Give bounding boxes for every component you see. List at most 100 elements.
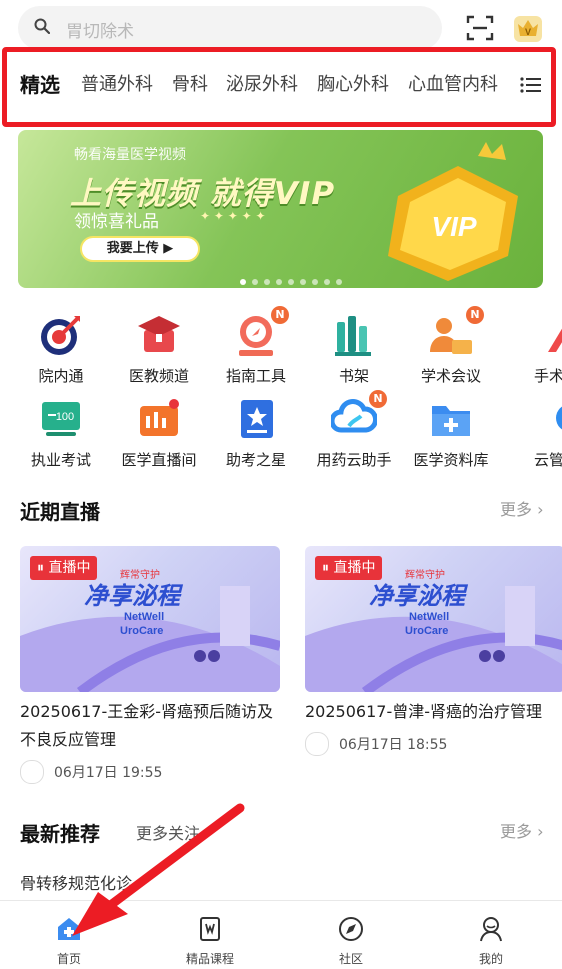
live-card[interactable]: 辉常守护 净享泌程 NetWell UroCare ⏸ 直播中 20250617… [305,546,562,756]
follow-more-tab[interactable]: 更多关注 [136,820,200,844]
cloud-icon: N [329,390,387,442]
recommend-item[interactable]: 骨转移规范化诊 [20,870,132,894]
nav-label: 精品课程 [185,952,234,966]
live-status: 直播中 [333,560,376,576]
target-icon [38,312,84,358]
grid-item-academic-meeting[interactable]: N 学术会议 [402,306,500,386]
compass-nav-icon [339,917,363,941]
nav-label: 我的 [478,952,503,966]
banner-stars: ✦ ✦ ✦ ✦ ✦ [200,209,266,223]
chevron-right-icon: › [537,822,544,841]
grid-item-med-edu[interactable]: 医教频道 [110,312,208,386]
search-bar[interactable]: 胃切除术 [18,6,442,50]
grid-item-guide-tools[interactable]: N 指南工具 [207,306,305,386]
banner-subtitle: 畅看海量医学视频 [74,147,186,163]
search-icon [34,18,50,34]
vip-crown-icon[interactable]: V [512,12,544,44]
recent-live-more[interactable]: 更多 › [500,496,544,520]
more-label: 更多 [500,500,533,519]
grid-item-hospital[interactable]: 院内通 [12,312,110,386]
grid-item-label: 助考之星 [225,451,286,469]
svg-text:辉常守护: 辉常守护 [120,568,160,581]
svg-text:净享泌程: 净享泌程 [369,583,469,610]
grid-item-bookshelf[interactable]: 书架 [305,312,403,386]
recent-live-title: 近期直播 [20,500,100,524]
meeting-icon: N [428,306,484,358]
svg-text:NetWell: NetWell [409,611,449,623]
grid-item-label: 云管 [533,451,562,469]
live-thumbnail: 辉常守护 净享泌程 NetWell UroCare ⏸ 直播中 [305,546,562,692]
grid-item-label: 医学资料库 [413,451,489,469]
grid-item-label: 用药云助手 [316,451,392,469]
grid-item-label: 指南工具 [225,367,286,385]
upload-button[interactable]: 我要上传 ▶ [80,236,200,262]
recommend-title: 最新推荐 [20,822,100,846]
banner-gift-text: 领惊喜礼品 [74,212,159,232]
grid-item-exam-star[interactable]: 助考之星 [207,396,305,470]
grid-item-surgery[interactable]: 手术 [500,312,562,386]
graduation-cap-icon [136,312,182,358]
grid-item-label: 院内通 [38,367,84,385]
nav-profile[interactable]: 我的 [446,915,536,967]
new-badge: N [271,306,289,324]
recommend-more[interactable]: 更多 › [500,818,544,842]
carousel-indicator [240,270,348,288]
new-badge: N [466,306,484,324]
exam-icon: 100 [38,396,84,442]
chevron-right-icon: › [537,500,544,519]
svg-text:UroCare: UroCare [120,625,163,637]
live-icon: ⏸ [37,560,44,576]
nav-home[interactable]: 首页 [24,915,114,967]
grid-item-label: 学术会议 [420,367,481,385]
svg-text:VIP: VIP [431,211,476,242]
promo-banner[interactable]: 畅看海量医学视频 上传视频 就得VIP 领惊喜礼品 ✦ ✦ ✦ ✦ ✦ 我要上传… [18,130,543,288]
live-card-title: 20250617-曾津-肾癌的治疗管理 [305,702,542,721]
grid-item-label: 医学直播间 [121,451,197,469]
search-placeholder: 胃切除术 [66,22,134,42]
nav-courses[interactable]: 精品课程 [165,915,255,967]
live-time: 06月17日 19:55 [54,765,163,781]
svg-text:100: 100 [56,411,74,423]
svg-text:NetWell: NetWell [124,611,164,623]
vip-badge-icon: VIP [388,142,518,281]
user-icon [480,917,502,942]
bookshelf-icon [331,312,377,358]
live-badge: ⏸ 直播中 [30,556,98,580]
svg-text:V: V [525,27,531,37]
surgery-icon [526,312,562,358]
nav-label: 社区 [338,952,363,966]
svg-text:UroCare: UroCare [405,625,448,637]
bottom-nav: 首页 精品课程 社区 我的 [0,900,562,969]
grid-item-cloud-manage[interactable]: 云管 [500,396,562,470]
grid-item-label: 医教频道 [128,367,189,385]
live-card-meta: 06月17日 19:55 [20,760,280,784]
live-card-meta: 06月17日 18:55 [305,732,562,756]
course-book-icon [200,917,220,941]
live-time: 06月17日 18:55 [339,737,448,753]
live-icon: ⏸ [322,560,329,576]
grid-item-drug-assistant[interactable]: N 用药云助手 [305,390,403,470]
grid-item-label: 手术 [533,367,562,385]
grid-item-label: 执业考试 [30,451,91,469]
avatar [20,760,44,784]
svg-text:辉常守护: 辉常守护 [405,568,445,581]
nav-community[interactable]: 社区 [306,915,396,967]
folder-plus-icon [428,396,474,442]
grid-item-label: 书架 [338,367,369,385]
grid-item-license-exam[interactable]: 100 执业考试 [12,396,110,470]
highlight-box [2,47,556,127]
more-label: 更多 [500,822,533,841]
scan-icon[interactable] [466,14,494,42]
grid-item-med-library[interactable]: 医学资料库 [402,396,500,470]
grid-item-live-studio[interactable]: 医学直播间 [110,396,208,470]
live-studio-icon [136,396,182,442]
live-card[interactable]: 辉常守护 净享泌程 NetWell UroCare ⏸ 直播中 20250617… [20,546,280,784]
new-badge: N [369,390,387,408]
svg-text:净享泌程: 净享泌程 [84,583,184,610]
compass-icon: N [233,306,289,358]
live-badge: ⏸ 直播中 [315,556,383,580]
live-card-title: 20250617-王金彩-肾癌预后随访及不良反应管理 [20,702,273,749]
avatar [305,732,329,756]
live-status: 直播中 [48,560,91,576]
nav-label: 首页 [56,952,81,966]
